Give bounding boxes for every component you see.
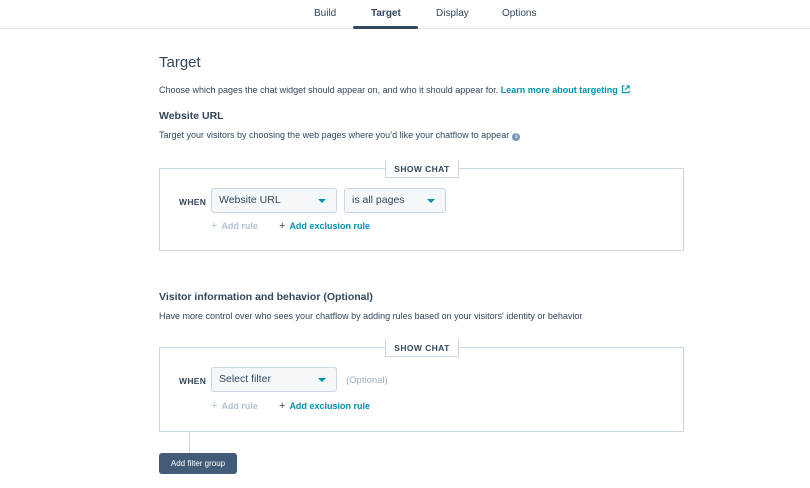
when-label: WHEN [179,376,207,386]
plus-icon: + [279,220,286,232]
add-rule-button[interactable]: + Add rule [211,220,258,232]
website-url-description-text: Target your visitors by choosing the web… [159,130,510,140]
page-description: Choose which pages the chat widget shoul… [159,85,630,96]
show-chat-label: SHOW CHAT [385,339,459,357]
add-exclusion-rule-button[interactable]: + Add exclusion rule [279,400,370,412]
learn-more-link-text[interactable]: Learn more about targeting [501,85,618,95]
plus-icon: + [211,220,218,232]
add-rule-button[interactable]: + Add rule [211,400,258,412]
external-link-icon [621,85,630,96]
chevron-down-icon [318,378,326,382]
tab-target[interactable]: Target [371,8,401,19]
tab-options[interactable]: Options [502,8,536,19]
active-tab-indicator [353,26,418,29]
chevron-down-icon [427,199,435,203]
filter-group-connector [189,432,190,453]
tab-build[interactable]: Build [314,8,336,19]
website-url-description: Target your visitors by choosing the web… [159,130,521,141]
add-rule-label: Add rule [221,401,258,411]
chevron-down-icon [318,199,326,203]
filter-select-value: Select filter [219,373,271,385]
when-label: WHEN [179,197,207,207]
operator-select[interactable]: is all pages [344,188,446,213]
page-title: Target [159,54,201,71]
tab-display[interactable]: Display [436,8,469,19]
visitor-rule-box: SHOW CHAT WHEN Select filter (Optional) … [159,339,684,432]
website-url-heading: Website URL [159,110,224,122]
learn-more-link[interactable]: Learn more about targeting [501,85,630,95]
website-url-rule-box: SHOW CHAT WHEN Website URL is all pages … [159,160,684,251]
add-rule-label: Add rule [221,221,258,231]
property-select[interactable]: Website URL [211,188,337,213]
filter-select[interactable]: Select filter [211,367,337,392]
add-exclusion-rule-label: Add exclusion rule [289,221,370,231]
add-filter-group-button[interactable]: Add filter group [159,453,237,474]
tab-bar: Build Target Display Options [0,0,810,29]
operator-select-value: is all pages [352,194,405,206]
info-icon[interactable]: i [512,133,521,141]
plus-icon: + [279,400,286,412]
property-select-value: Website URL [219,194,281,206]
add-exclusion-rule-label: Add exclusion rule [289,401,370,411]
page-description-text: Choose which pages the chat widget shoul… [159,85,499,95]
optional-label: (Optional) [346,375,388,386]
show-chat-label: SHOW CHAT [385,160,459,178]
visitor-description: Have more control over who sees your cha… [159,311,583,321]
visitor-heading: Visitor information and behavior (Option… [159,291,373,303]
plus-icon: + [211,400,218,412]
add-exclusion-rule-button[interactable]: + Add exclusion rule [279,220,370,232]
